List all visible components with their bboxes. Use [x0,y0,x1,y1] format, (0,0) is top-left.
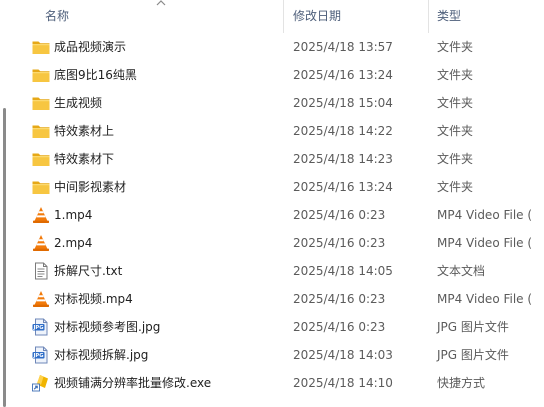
folder-icon [31,178,51,196]
file-type: 快捷方式 [437,376,486,390]
file-row[interactable]: 对标视频.mp4 2025/4/16 0:23 MP4 Video File ( [0,285,544,313]
vlc-cone-icon [31,206,51,224]
folder-icon [31,66,51,84]
file-date-modified: 2025/4/18 14:23 [293,152,393,166]
file-date-modified: 2025/4/18 14:10 [293,376,393,390]
file-date-modified: 2025/4/16 13:24 [293,180,393,194]
file-type: JPG 图片文件 [437,320,509,334]
column-header-type[interactable]: 类型 [437,8,461,24]
file-row[interactable]: 2.mp4 2025/4/16 0:23 MP4 Video File ( [0,229,544,257]
file-name: 1.mp4 [54,208,93,222]
column-header-name[interactable]: 名称 [45,8,69,24]
file-row[interactable]: 特效素材下 2025/4/18 14:23 文件夹 [0,145,544,173]
file-list: 名称 修改日期 类型 成品视频演示 2025/4/18 13:57 文件夹 底图9比1… [0,0,544,407]
vlc-cone-icon [31,290,51,308]
column-divider[interactable] [283,0,284,33]
file-row[interactable]: 特效素材上 2025/4/18 14:22 文件夹 [0,117,544,145]
file-type: MP4 Video File ( [437,236,533,250]
file-type: 文件夹 [437,152,474,166]
file-name: 生成视频 [54,96,103,110]
file-date-modified: 2025/4/18 13:57 [293,40,393,54]
file-date-modified: 2025/4/18 14:05 [293,264,393,278]
file-name: 特效素材下 [54,152,115,166]
file-name: 中间影视素材 [54,180,127,194]
file-row[interactable]: JPG 对标视频参考图.jpg 2025/4/16 0:23 JPG 图片文件 [0,313,544,341]
file-date-modified: 2025/4/18 15:04 [293,96,393,110]
file-name: 2.mp4 [54,236,93,250]
file-name: 对标视频.mp4 [54,292,133,306]
file-date-modified: 2025/4/16 0:23 [293,208,386,222]
column-header-bar: 名称 修改日期 类型 [0,0,544,33]
sort-ascending-icon[interactable] [156,0,166,7]
column-header-date-modified[interactable]: 修改日期 [293,8,341,24]
file-date-modified: 2025/4/18 14:03 [293,348,393,362]
file-date-modified: 2025/4/16 0:23 [293,236,386,250]
file-date-modified: 2025/4/16 0:23 [293,292,386,306]
file-type: 文本文档 [437,264,486,278]
file-row[interactable]: 成品视频演示 2025/4/18 13:57 文件夹 [0,33,544,61]
file-date-modified: 2025/4/16 13:24 [293,68,393,82]
column-divider[interactable] [428,0,429,33]
file-type: MP4 Video File ( [437,208,533,222]
file-name: 对标视频拆解.jpg [54,348,149,362]
text-file-icon [31,262,51,280]
file-type: 文件夹 [437,124,474,138]
file-row[interactable]: 拆解尺寸.txt 2025/4/18 14:05 文本文档 [0,257,544,285]
vlc-cone-icon [31,234,51,252]
file-row[interactable]: 中间影视素材 2025/4/16 13:24 文件夹 [0,173,544,201]
file-name: 特效素材上 [54,124,115,138]
file-name: 拆解尺寸.txt [54,264,123,278]
file-row[interactable]: 1.mp4 2025/4/16 0:23 MP4 Video File ( [0,201,544,229]
file-type: 文件夹 [437,96,474,110]
folder-icon [31,150,51,168]
file-type: 文件夹 [437,40,474,54]
file-name: 成品视频演示 [54,40,127,54]
file-row[interactable]: 视频铺满分辨率批量修改.exe 2025/4/18 14:10 快捷方式 [0,369,544,397]
jpg-image-icon: JPG [31,318,51,336]
folder-icon [31,122,51,140]
file-type: 文件夹 [437,68,474,82]
file-date-modified: 2025/4/18 14:22 [293,124,393,138]
file-name: 底图9比16纯黑 [54,68,137,82]
folder-icon [31,38,51,56]
jpg-image-icon: JPG [31,346,51,364]
file-row[interactable]: 底图9比16纯黑 2025/4/16 13:24 文件夹 [0,61,544,89]
file-type: MP4 Video File ( [437,292,533,306]
file-row[interactable]: JPG 对标视频拆解.jpg 2025/4/18 14:03 JPG 图片文件 [0,341,544,369]
file-type: JPG 图片文件 [437,348,509,362]
file-date-modified: 2025/4/16 0:23 [293,320,386,334]
file-row[interactable]: 生成视频 2025/4/18 15:04 文件夹 [0,89,544,117]
file-name: 对标视频参考图.jpg [54,320,161,334]
file-type: 文件夹 [437,180,474,194]
svg-text:JPG: JPG [33,353,44,359]
folder-icon [31,94,51,112]
svg-text:JPG: JPG [33,325,44,331]
shortcut-exe-icon [31,374,51,392]
file-name: 视频铺满分辨率批量修改.exe [54,376,212,390]
